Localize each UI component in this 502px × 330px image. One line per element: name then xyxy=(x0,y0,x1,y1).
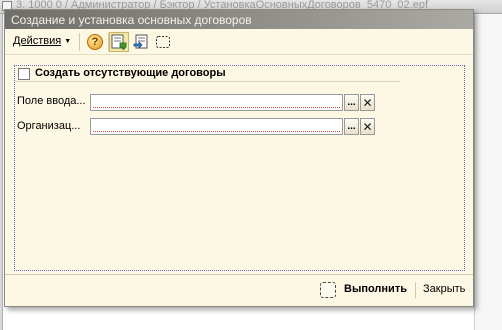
required-underline xyxy=(93,131,340,132)
organization-label: Организац... xyxy=(17,120,81,132)
help-button[interactable]: ? xyxy=(85,32,105,52)
toolbar-separator xyxy=(79,33,80,51)
select-area-icon xyxy=(156,36,170,48)
close-icon: ✕ xyxy=(362,95,373,110)
create-missing-row: Создать отсутствующие договоры xyxy=(15,66,400,82)
input-field-clear-button[interactable]: ✕ xyxy=(360,94,375,111)
form-area: Создать отсутствующие договоры Поле ввод… xyxy=(14,65,465,271)
help-icon: ? xyxy=(87,34,103,50)
load-button[interactable] xyxy=(131,32,151,52)
close-button[interactable]: Закрыть xyxy=(423,283,465,295)
actions-menu-button[interactable]: Действия ▼ xyxy=(13,35,71,47)
dialog-titlebar[interactable]: Создание и установка основных договоров xyxy=(5,10,473,29)
toolbar: Действия ▼ ? xyxy=(5,29,473,55)
organization-select-button[interactable]: ... xyxy=(344,118,359,135)
background-window-right-edge xyxy=(474,14,502,330)
organization-field[interactable] xyxy=(90,118,343,135)
create-missing-label[interactable]: Создать отсутствующие договоры xyxy=(35,67,226,79)
footer-button-separator xyxy=(415,282,416,298)
fill-form-icon xyxy=(111,34,127,50)
select-area-icon xyxy=(320,282,336,298)
background-window-left-edge xyxy=(0,14,3,330)
input-field-label: Поле ввода... xyxy=(17,95,86,107)
input-field-select-button[interactable]: ... xyxy=(344,94,359,111)
dialog-window: Создание и установка основных договоров … xyxy=(4,9,474,307)
create-missing-checkbox[interactable] xyxy=(18,68,30,80)
dialog-title: Создание и установка основных договоров xyxy=(11,13,252,27)
required-underline xyxy=(93,107,340,108)
organization-clear-button[interactable]: ✕ xyxy=(360,118,375,135)
close-icon: ✕ xyxy=(362,119,373,134)
fill-form-button[interactable] xyxy=(109,32,129,52)
footer-separator xyxy=(5,274,473,275)
chevron-down-icon: ▼ xyxy=(64,38,72,45)
actions-menu-label: Действия xyxy=(13,35,62,47)
select-area-button[interactable] xyxy=(153,32,173,52)
load-icon xyxy=(133,34,148,49)
input-field[interactable] xyxy=(90,94,343,111)
execute-button[interactable]: Выполнить xyxy=(344,283,407,295)
